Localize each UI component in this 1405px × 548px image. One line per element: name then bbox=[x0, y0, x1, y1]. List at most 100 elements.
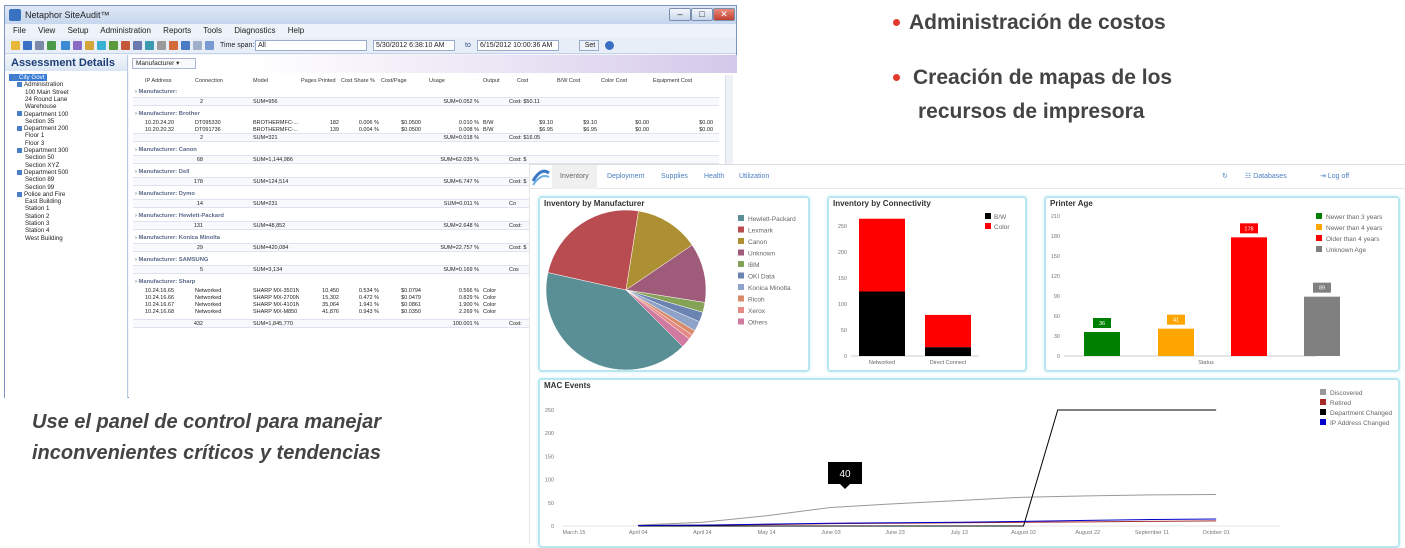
folder-icon bbox=[17, 111, 22, 117]
tooltip-pointer bbox=[840, 484, 850, 489]
group-count: 29 bbox=[196, 245, 203, 251]
bar-segment[interactable] bbox=[859, 218, 905, 292]
chart-icon[interactable] bbox=[109, 41, 118, 50]
bar-segment[interactable] bbox=[859, 291, 905, 356]
minimize-icon[interactable]: – bbox=[669, 8, 691, 21]
sidebar-item[interactable]: Police and Fire bbox=[17, 191, 65, 198]
set-button[interactable]: Set bbox=[579, 40, 599, 51]
network-icon[interactable] bbox=[145, 41, 154, 50]
refresh-icon[interactable]: ↻ bbox=[1222, 165, 1228, 189]
sidebar-item[interactable]: Warehouse bbox=[25, 103, 56, 110]
maximize-icon[interactable]: □ bbox=[691, 8, 713, 21]
view-icon[interactable] bbox=[97, 41, 106, 50]
sidebar-item[interactable]: 100 Main Street bbox=[25, 89, 69, 96]
sidebar-item[interactable]: Department 100 bbox=[17, 111, 68, 118]
to-date-input[interactable]: 6/15/2012 10:00:36 AM bbox=[477, 40, 559, 51]
sidebar-item[interactable]: Department 500 bbox=[17, 169, 68, 176]
menu-tools[interactable]: Tools bbox=[203, 26, 222, 35]
save-icon[interactable] bbox=[23, 41, 32, 50]
timespan-select[interactable]: All bbox=[255, 40, 367, 51]
group-by-dropdown[interactable]: Manufacturer ▾ bbox=[132, 58, 196, 69]
group-sum: SUM=3,134 bbox=[253, 267, 283, 273]
bar[interactable] bbox=[1231, 237, 1267, 356]
sidebar-item[interactable]: Station 1 bbox=[25, 205, 49, 212]
close-icon[interactable]: ✕ bbox=[713, 8, 735, 21]
group-count: 2 bbox=[199, 99, 203, 105]
sidebar-item[interactable]: Section 50 bbox=[25, 154, 54, 161]
options-icon[interactable] bbox=[193, 41, 202, 50]
menu-diagnostics[interactable]: Diagnostics bbox=[234, 26, 275, 35]
audit-icon[interactable] bbox=[181, 41, 190, 50]
sidebar-item[interactable]: Station 4 bbox=[25, 227, 49, 234]
bullet-mapping-line1: Creación de mapas de los bbox=[913, 66, 1173, 89]
filter-icon[interactable] bbox=[85, 41, 94, 50]
refresh-toolbar-icon[interactable] bbox=[47, 41, 56, 50]
sidebar-item-label: Department 500 bbox=[24, 168, 69, 176]
tab-utilization[interactable]: Utilization bbox=[739, 165, 769, 189]
settings-icon[interactable] bbox=[133, 41, 142, 50]
help-toolbar-icon[interactable] bbox=[169, 41, 178, 50]
tab-supplies[interactable]: Supplies bbox=[661, 165, 688, 189]
bar[interactable] bbox=[1158, 328, 1194, 356]
group-header[interactable]: › Manufacturer: Dell bbox=[135, 168, 335, 176]
menu-reports[interactable]: Reports bbox=[163, 26, 191, 35]
from-date-input[interactable]: 5/30/2012 6:38:10 AM bbox=[373, 40, 455, 51]
bar-segment[interactable] bbox=[925, 314, 971, 348]
group-header[interactable]: › Manufacturer: Dymo bbox=[135, 190, 335, 198]
sidebar-item[interactable]: Section 89 bbox=[25, 176, 54, 183]
group-header[interactable]: › Manufacturer: Canon bbox=[135, 146, 335, 154]
legend-label: Lexmark bbox=[748, 228, 774, 235]
sidebar-item[interactable]: Floor 3 bbox=[25, 140, 44, 147]
menu-setup[interactable]: Setup bbox=[68, 26, 89, 35]
sidebar-item[interactable]: Administration bbox=[17, 81, 63, 88]
series-line[interactable] bbox=[638, 493, 1217, 526]
menu-view[interactable]: View bbox=[38, 26, 55, 35]
timespan-label: Time span: bbox=[220, 42, 255, 49]
sidebar-item[interactable]: West Building bbox=[25, 235, 63, 242]
series-line[interactable] bbox=[638, 409, 1217, 527]
sidebar-item[interactable]: Section 99 bbox=[25, 184, 54, 191]
sidebar-item[interactable]: East Building bbox=[25, 198, 61, 205]
menu-file[interactable]: File bbox=[13, 26, 26, 35]
tool-icon[interactable] bbox=[157, 41, 166, 50]
menu-help[interactable]: Help bbox=[288, 26, 304, 35]
window-titlebar: Netaphor SiteAudit™ – □ ✕ bbox=[5, 6, 736, 24]
print-icon[interactable] bbox=[35, 41, 44, 50]
logoff-link[interactable]: ⇥ Log off bbox=[1320, 165, 1349, 189]
tab-deployment[interactable]: Deployment bbox=[607, 165, 644, 189]
sidebar-item[interactable]: Department 300 bbox=[17, 147, 68, 154]
legend-swatch bbox=[985, 223, 991, 229]
sidebar-item[interactable]: Section 35 bbox=[25, 118, 54, 125]
sidebar-item[interactable]: Station 2 bbox=[25, 213, 49, 220]
help-icon[interactable] bbox=[605, 41, 614, 50]
dashboard-nav: Inventory Deployment Supplies Health Uti… bbox=[530, 165, 1405, 189]
export-icon[interactable] bbox=[73, 41, 82, 50]
bar-segment[interactable] bbox=[925, 347, 971, 356]
sidebar-item[interactable]: City Govt bbox=[9, 74, 48, 82]
menu-administration[interactable]: Administration bbox=[100, 26, 151, 35]
bar[interactable] bbox=[1304, 296, 1340, 356]
y-tick-label: 0 bbox=[551, 524, 554, 530]
tab-inventory[interactable]: Inventory bbox=[552, 165, 597, 189]
schedule-icon[interactable] bbox=[205, 41, 214, 50]
sidebar-item-label: Section XYZ bbox=[25, 161, 60, 169]
group-header[interactable]: › Manufacturer: Konica Minolta bbox=[135, 234, 335, 242]
group-header[interactable]: › Manufacturer: Hewlett-Packard bbox=[135, 212, 335, 220]
tab-health[interactable]: Health bbox=[704, 165, 724, 189]
group-header[interactable]: › Manufacturer: Brother bbox=[135, 110, 335, 118]
sidebar-item[interactable]: Floor 1 bbox=[25, 132, 44, 139]
databases-link[interactable]: ☷ Databases bbox=[1245, 165, 1287, 189]
legend-swatch bbox=[738, 215, 744, 221]
group-header[interactable]: › Manufacturer: Sharp bbox=[135, 278, 335, 286]
group-header[interactable]: › Manufacturer: bbox=[135, 88, 335, 96]
group-header[interactable]: › Manufacturer: SAMSUNG bbox=[135, 256, 335, 264]
sidebar-item[interactable]: Section XYZ bbox=[25, 162, 59, 169]
sidebar-item[interactable]: Department 200 bbox=[17, 125, 68, 132]
table-cell: $0.0350 bbox=[401, 309, 421, 315]
bar[interactable] bbox=[1084, 332, 1120, 356]
report-icon[interactable] bbox=[61, 41, 70, 50]
sidebar-item[interactable]: 24 Round Lane bbox=[25, 96, 67, 103]
alert-icon[interactable] bbox=[121, 41, 130, 50]
sidebar-item[interactable]: Station 3 bbox=[25, 220, 49, 227]
open-icon[interactable] bbox=[11, 41, 20, 50]
